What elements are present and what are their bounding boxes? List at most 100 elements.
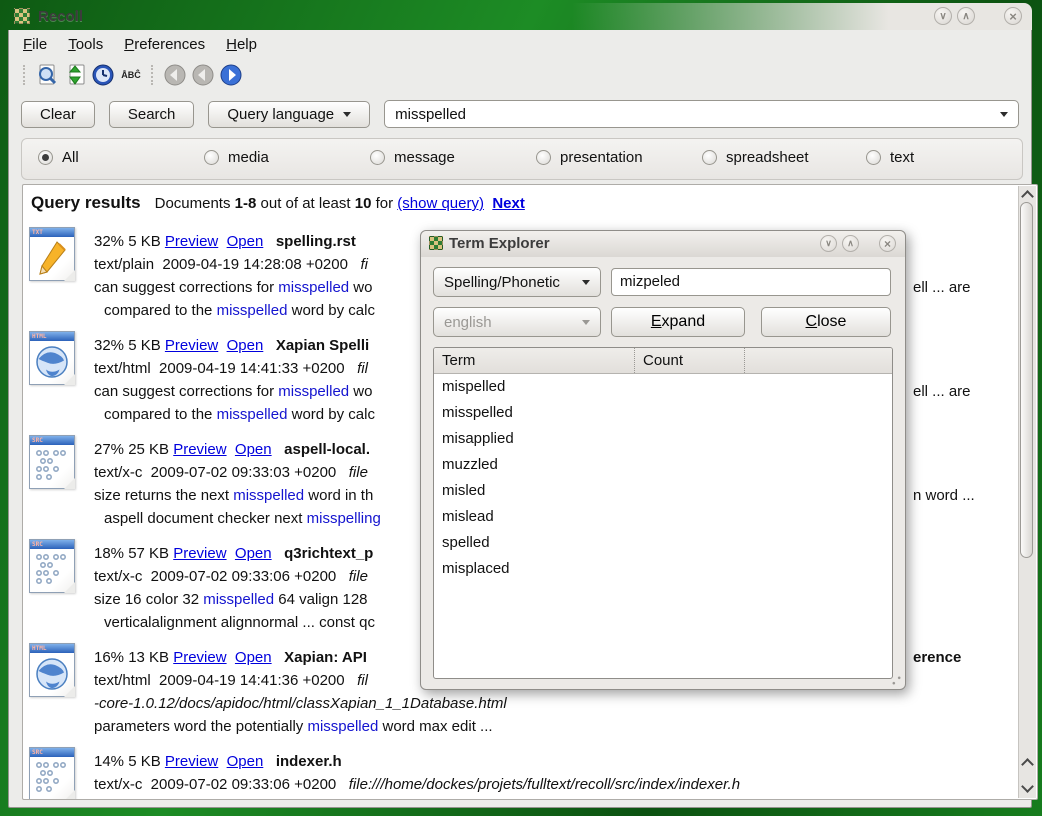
results-scrollbar[interactable] <box>1018 186 1036 798</box>
radio-icon[interactable] <box>38 150 53 165</box>
html-doc-icon[interactable]: HTML <box>29 643 75 697</box>
main-titlebar[interactable]: Recoll ∨ ∧ × <box>8 3 1032 30</box>
document-history-icon[interactable] <box>89 61 117 89</box>
menu-help[interactable]: Help <box>226 36 257 53</box>
search-input[interactable]: misspelled <box>384 100 1019 128</box>
menu-preferences[interactable]: Preferences <box>124 36 205 53</box>
next-link[interactable]: Next <box>492 195 525 212</box>
term-row[interactable]: mislead <box>434 504 892 530</box>
doc-badge-label: SRC <box>30 541 43 548</box>
scroll-up-icon-bottom[interactable] <box>1020 754 1034 770</box>
category-radio-all[interactable]: All <box>38 149 79 166</box>
text-segment: size 16 color 32 <box>94 591 203 608</box>
close-label: Close <box>806 313 847 331</box>
search-input-value: misspelled <box>395 106 466 123</box>
text-segment: text/x-c 2009-07-02 09:33:06 +0200 <box>94 568 349 585</box>
category-radio-text[interactable]: text <box>866 149 914 166</box>
minimize-icon[interactable]: ∨ <box>820 235 837 252</box>
column-term[interactable]: Term <box>434 348 634 373</box>
preview-link[interactable]: Preview <box>173 545 226 562</box>
maximize-icon[interactable]: ∧ <box>842 235 859 252</box>
preview-link[interactable]: Preview <box>165 233 218 250</box>
clipped-text-fragment: ell ... are <box>913 380 971 403</box>
next-page-icon[interactable] <box>217 61 245 89</box>
column-count[interactable]: Count <box>634 348 744 373</box>
menu-file[interactable]: File <box>23 36 47 53</box>
category-radio-message[interactable]: message <box>370 149 455 166</box>
text-segment: misspelled <box>233 487 304 504</box>
text-segment: file <box>349 568 368 585</box>
source-doc-icon[interactable]: SRC <box>29 747 75 800</box>
text-segment: verticalalignment alignnormal ... const … <box>104 614 375 631</box>
scrollbar-thumb[interactable] <box>1020 202 1033 558</box>
search-row: Clear Search Query language misspelled <box>9 96 1031 132</box>
open-link[interactable]: Open <box>235 649 272 666</box>
term-row[interactable]: misled <box>434 478 892 504</box>
close-icon[interactable]: × <box>1004 7 1022 25</box>
term-explorer-titlebar[interactable]: Term Explorer ∨ ∧ × <box>421 231 905 257</box>
expand-label: Expand <box>651 313 705 331</box>
open-link[interactable]: Open <box>235 545 272 562</box>
radio-icon[interactable] <box>370 150 385 165</box>
language-dropdown: english <box>433 307 601 337</box>
preview-link[interactable]: Preview <box>165 337 218 354</box>
radio-icon[interactable] <box>204 150 219 165</box>
toolbar-handle[interactable] <box>23 65 27 85</box>
query-details-icon[interactable] <box>33 61 61 89</box>
term-table-header[interactable]: Term Count <box>434 348 892 374</box>
show-query-link[interactable]: (show query) <box>397 195 484 212</box>
term-explorer-icon[interactable]: ÅBĈ <box>117 61 145 89</box>
toolbar-handle-2[interactable] <box>151 65 155 85</box>
preview-link[interactable]: Preview <box>173 441 226 458</box>
result-head-line: 32% 5 KB Preview Open Xapian Spelli <box>94 334 430 357</box>
term-row[interactable]: misapplied <box>434 426 892 452</box>
radio-icon[interactable] <box>866 150 881 165</box>
search-button[interactable]: Search <box>109 101 195 128</box>
category-radio-media[interactable]: media <box>204 149 269 166</box>
radio-icon[interactable] <box>536 150 551 165</box>
results-summary: Documents 1-8 out of at least 10 for (sh… <box>155 195 525 212</box>
text-segment: misspelled <box>217 406 288 423</box>
text-segment: compared to the <box>104 406 217 423</box>
expansion-type-value: Spelling/Phonetic <box>444 274 560 291</box>
open-link[interactable]: Open <box>235 441 272 458</box>
term-row[interactable]: mispelled <box>434 374 892 400</box>
text-doc-icon[interactable]: TXT <box>29 227 75 281</box>
source-doc-icon[interactable]: SRC <box>29 435 75 489</box>
resize-grip[interactable] <box>892 676 901 685</box>
result-snippet-line: text/x-c 2009-07-02 09:33:06 +0200 file <box>94 565 430 588</box>
close-button[interactable]: Close <box>761 307 891 337</box>
open-link[interactable]: Open <box>227 337 264 354</box>
maximize-icon[interactable]: ∧ <box>957 7 975 25</box>
preview-link[interactable]: Preview <box>165 753 218 770</box>
term-row[interactable]: misplaced <box>434 556 892 582</box>
result-item: HTML16% 13 KB Preview Open Xapian: APIte… <box>29 643 75 747</box>
expand-button[interactable]: Expand <box>611 307 745 337</box>
preview-link[interactable]: Preview <box>173 649 226 666</box>
open-link[interactable]: Open <box>227 233 264 250</box>
minimize-icon[interactable]: ∨ <box>934 7 952 25</box>
open-link[interactable]: Open <box>227 753 264 770</box>
category-radio-presentation[interactable]: presentation <box>536 149 643 166</box>
update-index-icon[interactable] <box>61 61 89 89</box>
radio-icon[interactable] <box>702 150 717 165</box>
clipped-text-fragment: ell ... are <box>913 276 971 299</box>
menu-tools[interactable]: Tools <box>68 36 103 53</box>
query-language-dropdown[interactable]: Query language <box>208 101 370 128</box>
expansion-type-dropdown[interactable]: Spelling/Phonetic <box>433 267 601 297</box>
category-radio-spreadsheet[interactable]: spreadsheet <box>702 149 809 166</box>
scroll-down-icon[interactable] <box>1020 780 1034 796</box>
term-input[interactable]: mizpeled <box>611 268 891 296</box>
window-title: Recoll <box>38 8 83 25</box>
term-row[interactable]: spelled <box>434 530 892 556</box>
result-snippet-line: size returns the next misspelled word in… <box>94 484 430 507</box>
clear-button[interactable]: Clear <box>21 101 95 128</box>
relevance-and-size: 32% 5 KB <box>94 337 165 354</box>
source-doc-icon[interactable]: SRC <box>29 539 75 593</box>
html-doc-icon[interactable]: HTML <box>29 331 75 385</box>
category-label: text <box>890 149 914 166</box>
term-row[interactable]: muzzled <box>434 452 892 478</box>
term-row[interactable]: misspelled <box>434 400 892 426</box>
scroll-up-icon[interactable] <box>1020 186 1034 202</box>
close-icon[interactable]: × <box>879 235 896 252</box>
